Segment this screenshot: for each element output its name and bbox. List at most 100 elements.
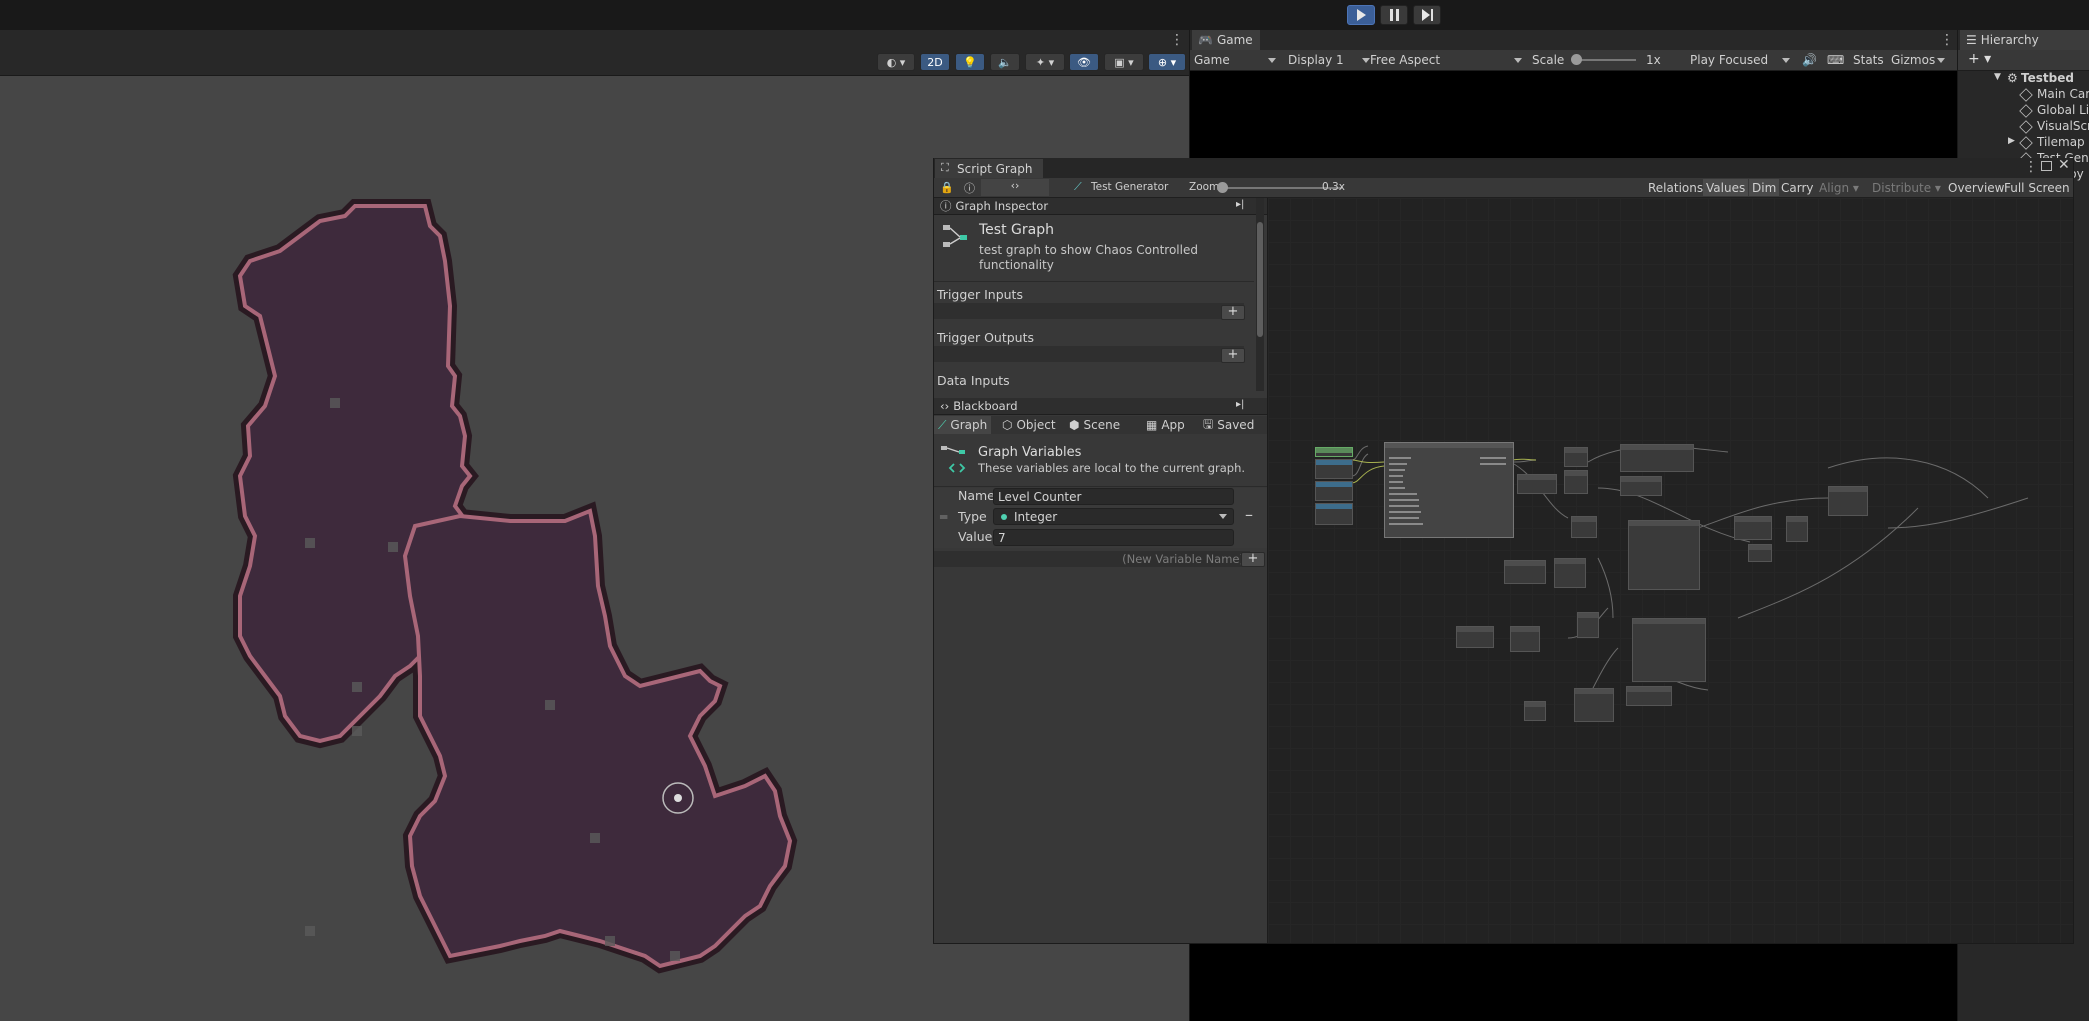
effects-dropdown[interactable]: ✦ ▾ bbox=[1025, 53, 1065, 71]
add-variable-button[interactable]: + bbox=[1241, 552, 1265, 567]
dock-blackboard-icon[interactable]: ▸| bbox=[1236, 399, 1244, 410]
graph-canvas[interactable] bbox=[1268, 198, 2073, 943]
scene-visibility-icon[interactable]: 👁 bbox=[1069, 53, 1099, 71]
graph-node[interactable] bbox=[1554, 558, 1586, 588]
graph-node[interactable] bbox=[1577, 612, 1599, 638]
maximize-icon[interactable] bbox=[2041, 161, 2052, 171]
relations-button[interactable]: Relations bbox=[1645, 179, 1706, 196]
distribute-dropdown[interactable]: Distribute ▾ bbox=[1869, 179, 1944, 196]
graph-node[interactable] bbox=[1564, 447, 1588, 467]
graph-node[interactable] bbox=[1620, 444, 1694, 472]
shortcuts-icon[interactable]: ⌨ bbox=[1827, 52, 1844, 68]
overview-button[interactable]: Overview bbox=[1945, 179, 2008, 196]
graph-breadcrumb[interactable]: Test Generator bbox=[1091, 181, 1168, 193]
pause-icon bbox=[1389, 9, 1399, 21]
graph-node[interactable] bbox=[1626, 686, 1672, 706]
lighting-toggle-icon[interactable]: 💡 bbox=[955, 53, 985, 71]
expand-arrow-icon[interactable]: ▼ bbox=[1994, 72, 2001, 82]
step-button[interactable] bbox=[1413, 5, 1441, 25]
hierarchy-item[interactable]: Main Cam bbox=[1958, 87, 2089, 103]
add-trigger-output-button[interactable]: + bbox=[1221, 348, 1245, 363]
add-trigger-input-button[interactable]: + bbox=[1221, 305, 1245, 320]
graph-node[interactable] bbox=[1315, 481, 1353, 501]
hierarchy-item[interactable]: VisualScr bbox=[1958, 119, 2089, 135]
blackboard-toggle-icon[interactable]: ‹› bbox=[981, 179, 1049, 196]
floor-tile-marker bbox=[352, 726, 362, 736]
scale-slider-handle[interactable] bbox=[1571, 54, 1582, 65]
values-button[interactable]: Values bbox=[1703, 179, 1749, 196]
gizmos-dropdown[interactable]: ⊕ ▾ bbox=[1148, 53, 1186, 71]
graph-node[interactable] bbox=[1384, 442, 1514, 538]
aspect-dropdown[interactable]: Free Aspect bbox=[1370, 52, 1526, 68]
tab-scene-variables[interactable]: ⬢ Scene bbox=[1065, 416, 1124, 434]
play-button[interactable] bbox=[1347, 5, 1375, 25]
graph-node[interactable] bbox=[1315, 459, 1353, 479]
full-screen-button[interactable]: Full Screen bbox=[2001, 179, 2073, 196]
variable-value-field[interactable]: 7 bbox=[993, 529, 1234, 546]
graph-node[interactable] bbox=[1620, 476, 1662, 496]
graph-node[interactable] bbox=[1632, 618, 1706, 682]
camera-dropdown[interactable]: ▣ ▾ bbox=[1104, 53, 1144, 71]
graph-node[interactable] bbox=[1524, 701, 1546, 721]
mute-audio-icon[interactable]: 🔊 bbox=[1802, 52, 1817, 68]
remove-variable-button[interactable]: – bbox=[1245, 505, 1253, 524]
hierarchy-item[interactable]: ▶ Tilemap G bbox=[1958, 135, 2089, 151]
stats-button[interactable]: Stats bbox=[1853, 52, 1884, 68]
align-dropdown[interactable]: Align ▾ bbox=[1816, 179, 1862, 196]
floor-tile-marker bbox=[670, 951, 680, 961]
variable-value-label: Value bbox=[958, 529, 993, 544]
tab-graph-variables[interactable]: ⟋ Graph bbox=[934, 416, 992, 434]
graph-node[interactable] bbox=[1315, 503, 1353, 525]
graph-node[interactable] bbox=[1828, 486, 1868, 516]
tab-hierarchy[interactable]: ☰ Hierarchy bbox=[1960, 30, 2089, 50]
hierarchy-item-label: Main Cam bbox=[2037, 87, 2089, 101]
tab-saved-variables[interactable]: 🖫 Saved bbox=[1199, 416, 1258, 434]
tab-app-variables[interactable]: ▦ App bbox=[1142, 416, 1189, 434]
play-focused-label: Play Focused bbox=[1690, 53, 1769, 67]
drag-handle-icon[interactable]: ═ bbox=[940, 510, 947, 524]
inspector-scrollbar[interactable] bbox=[1256, 198, 1264, 391]
game-menu-icon[interactable]: ⋮ bbox=[1940, 33, 1954, 47]
display-dropdown[interactable]: Display 1 bbox=[1288, 52, 1374, 68]
graph-node[interactable] bbox=[1748, 544, 1772, 562]
variable-type-dropdown[interactable]: Integer bbox=[993, 508, 1234, 525]
graph-node[interactable] bbox=[1786, 516, 1808, 542]
graph-node[interactable] bbox=[1734, 516, 1772, 540]
variable-name-field[interactable]: Level Counter bbox=[993, 488, 1234, 505]
tab-game[interactable]: 🎮 Game bbox=[1192, 30, 1260, 50]
graph-node[interactable] bbox=[1456, 626, 1494, 648]
graph-node[interactable] bbox=[1564, 470, 1588, 494]
shading-mode-dropdown[interactable]: ◐ ▾ bbox=[877, 53, 915, 71]
floor-tile-marker bbox=[305, 926, 315, 936]
carry-button[interactable]: Carry bbox=[1778, 179, 1817, 196]
toggle-2d-button[interactable]: 2D bbox=[920, 53, 950, 71]
scale-slider[interactable] bbox=[1574, 59, 1636, 61]
scene-menu-icon[interactable]: ⋮ bbox=[1170, 33, 1184, 47]
tab-script-graph[interactable]: ⛶ Script Graph bbox=[935, 159, 1043, 178]
dim-button[interactable]: Dim bbox=[1749, 179, 1780, 196]
dock-inspector-icon[interactable]: ▸| bbox=[1236, 199, 1244, 210]
graph-node[interactable] bbox=[1510, 626, 1540, 652]
graph-node[interactable] bbox=[1628, 520, 1700, 590]
lock-icon[interactable]: 🔒 bbox=[940, 181, 954, 194]
pause-button[interactable] bbox=[1380, 5, 1408, 25]
zoom-slider-handle[interactable] bbox=[1217, 182, 1228, 193]
hierarchy-scene-row[interactable]: ▼ ⚙ Testbed bbox=[1958, 71, 2089, 87]
graph-node[interactable] bbox=[1571, 516, 1597, 538]
new-variable-field[interactable]: (New Variable Name) bbox=[934, 551, 1250, 567]
hierarchy-item[interactable]: Global Lig bbox=[1958, 103, 2089, 119]
graph-node[interactable] bbox=[1574, 688, 1614, 722]
graph-node[interactable] bbox=[1504, 560, 1546, 584]
expand-arrow-icon[interactable]: ▶ bbox=[2008, 136, 2015, 146]
add-object-button[interactable]: + ▾ bbox=[1968, 51, 1991, 67]
play-focused-dropdown[interactable]: Play Focused bbox=[1690, 52, 1794, 68]
graph-node[interactable] bbox=[1315, 447, 1353, 457]
game-mode-dropdown[interactable]: Game bbox=[1194, 52, 1280, 68]
graph-window-menu-icon[interactable]: ⋮ bbox=[2024, 160, 2038, 174]
gizmos-dropdown-game[interactable]: Gizmos bbox=[1891, 52, 1947, 68]
tab-object-variables[interactable]: ⬡ Object bbox=[998, 416, 1060, 434]
audio-toggle-icon[interactable]: 🔈 bbox=[990, 53, 1020, 71]
info-icon[interactable]: ⓘ bbox=[964, 180, 975, 196]
graph-node[interactable] bbox=[1517, 474, 1557, 494]
close-icon[interactable]: ✕ bbox=[2058, 157, 2070, 173]
